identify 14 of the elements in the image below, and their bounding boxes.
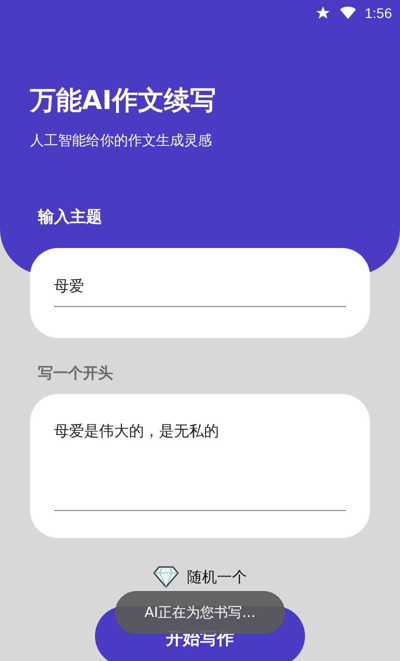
opening-field[interactable]: 母爱是伟大的，是无私的	[54, 422, 346, 511]
diamond-icon	[153, 566, 179, 588]
wifi-icon	[338, 5, 357, 21]
random-button[interactable]: 随机一个	[149, 564, 251, 590]
star-icon	[314, 5, 331, 21]
app-subtitle: 人工智能给你的作文生成灵感	[30, 132, 213, 150]
app-title: 万能AI作文续写	[30, 85, 217, 118]
opening-label: 写一个开头	[38, 364, 114, 382]
toast-message: AI正在为您书写...	[115, 591, 285, 634]
topic-label: 输入主题	[38, 207, 103, 228]
topic-field[interactable]: 母爱	[54, 278, 346, 306]
status-time: 1:56	[364, 5, 392, 21]
topic-card[interactable]: 母爱	[30, 248, 370, 338]
opening-card[interactable]: 母爱是伟大的，是无私的	[30, 394, 370, 538]
